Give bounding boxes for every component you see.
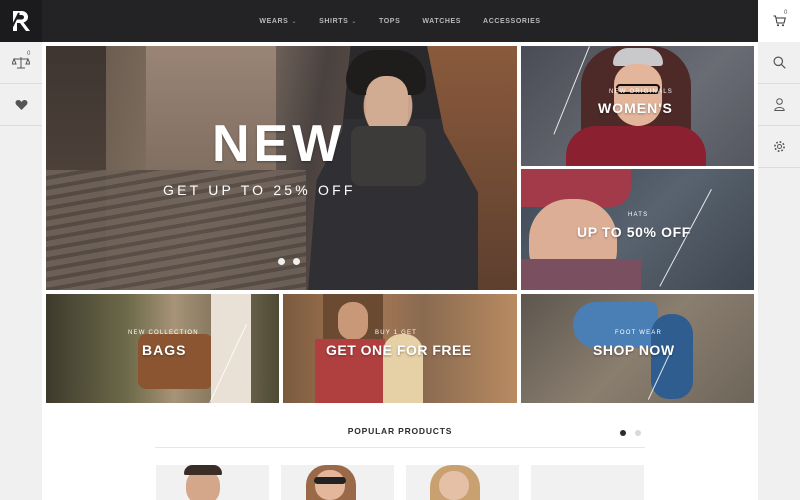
banner-bags-kicker: NEW COLLECTION (128, 330, 199, 336)
nav-item-accessories[interactable]: ACCESSORIES (472, 18, 552, 25)
search-icon (773, 56, 786, 69)
product-card-3[interactable] (406, 465, 519, 500)
products-page-dot-1[interactable] (620, 430, 626, 436)
banner-womens[interactable]: NEW ORIGINALS WOMEN'S (521, 46, 754, 166)
nav-label-accessories: ACCESSORIES (483, 17, 541, 25)
hero-pagination (278, 258, 300, 265)
buy-model-face (338, 302, 368, 340)
section-divider (155, 447, 645, 448)
hero-model-scarf (351, 126, 426, 186)
banner-shoes-title: SHOP NOW (593, 342, 675, 358)
product-2-image (315, 470, 345, 500)
products-pagination (620, 430, 641, 436)
womens-model-shirt (566, 126, 706, 166)
nav-item-shirts[interactable]: SHIRTS ⌄ (308, 18, 368, 25)
product-1-hair (184, 465, 222, 475)
banner-shoes-kicker: FOOT WEAR (615, 330, 663, 336)
main-nav: WEARS ⌄ SHIRTS ⌄ TOPS WATCHES ACCESSORIES (0, 0, 800, 42)
nav-item-watches[interactable]: WATCHES (411, 18, 472, 25)
hero-slider[interactable]: NEW GET UP TO 25% OFF (46, 46, 517, 290)
banner-buy-one[interactable]: BUY 1 GET GET ONE FOR FREE (283, 294, 517, 403)
banner-womens-title: WOMEN'S (598, 100, 673, 116)
banner-hats[interactable]: HATS UP TO 50% OFF (521, 169, 754, 290)
product-card-4[interactable] (531, 465, 644, 500)
compare-count-badge: 0 (27, 51, 31, 57)
compare-button[interactable]: 0 (0, 42, 42, 84)
cart-count-badge: 0 (784, 10, 788, 16)
nav-item-tops[interactable]: TOPS (368, 18, 411, 25)
hero-title: NEW (212, 115, 346, 173)
banner-buy-kicker: BUY 1 GET (375, 330, 418, 336)
heart-icon (15, 99, 27, 110)
nav-label-tops: TOPS (379, 17, 401, 25)
sunglasses-icon (314, 477, 346, 484)
products-page-dot-2[interactable] (635, 430, 641, 436)
hats-model-scarf (521, 259, 641, 290)
account-button[interactable] (758, 84, 800, 126)
nav-label-wears: WEARS (259, 17, 289, 25)
banner-bags[interactable]: NEW COLLECTION BAGS (46, 294, 279, 403)
womens-model-face (614, 64, 662, 126)
scale-icon (12, 56, 30, 68)
banner-womens-kicker: NEW ORIGINALS (609, 89, 673, 95)
chevron-down-icon: ⌄ (291, 18, 298, 25)
banner-hats-title: UP TO 50% OFF (577, 224, 691, 240)
gear-icon (773, 141, 785, 152)
top-header: WEARS ⌄ SHIRTS ⌄ TOPS WATCHES ACCESSORIES … (0, 0, 800, 42)
product-3-image (439, 471, 469, 500)
banner-bags-title: BAGS (142, 342, 187, 358)
banner-hats-kicker: HATS (628, 212, 649, 218)
search-button[interactable] (758, 42, 800, 84)
left-rail: 0 (0, 42, 42, 500)
cart-icon (773, 15, 786, 27)
product-card-1[interactable] (156, 465, 269, 500)
cart-button[interactable]: 0 (758, 0, 800, 42)
chevron-down-icon: ⌄ (351, 18, 358, 25)
popular-products-title: POPULAR PRODUCTS (347, 426, 453, 436)
nav-item-wears[interactable]: WEARS ⌄ (248, 18, 308, 25)
banner-shoes[interactable]: FOOT WEAR SHOP NOW (521, 294, 754, 403)
wishlist-button[interactable] (0, 84, 42, 126)
product-card-2[interactable] (281, 465, 394, 500)
hero-dot-1[interactable] (278, 258, 285, 265)
nav-label-watches: WATCHES (422, 17, 462, 25)
settings-button[interactable] (758, 126, 800, 168)
hero-subtitle: GET UP TO 25% OFF (163, 182, 356, 198)
user-icon (773, 98, 785, 111)
hero-dot-2[interactable] (293, 258, 300, 265)
right-rail (758, 42, 800, 500)
nav-label-shirts: SHIRTS (319, 17, 349, 25)
banner-buy-title: GET ONE FOR FREE (326, 342, 472, 358)
